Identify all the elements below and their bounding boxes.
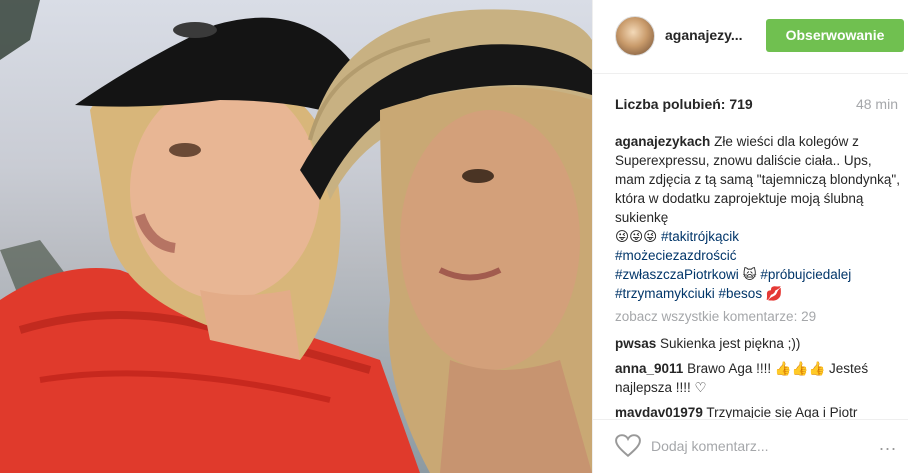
follow-button[interactable]: Obserwowanie	[766, 19, 904, 52]
side-panel: aganajezy... Obserwowanie Liczba polubie…	[592, 0, 908, 473]
post-photo[interactable]	[0, 0, 592, 473]
comment-user[interactable]: pwsas	[615, 336, 656, 351]
emoji-laugh: 😜😜😜	[615, 229, 658, 244]
comments-list: aganajezykach Złe wieści dla kolegów z S…	[615, 132, 905, 418]
emoji-kiss: 💋	[765, 286, 783, 301]
post-time[interactable]: 48 min	[856, 96, 898, 112]
comment-item: anna_9011 Brawo Aga !!!! 👍👍👍 Jesteś najl…	[615, 359, 905, 397]
hashtag-link[interactable]: #trzymamykciuki	[615, 286, 715, 301]
comment-item: pwsas Sukienka jest piękna ;))	[615, 334, 905, 353]
hashtag-link[interactable]: #próbujciedalej	[760, 267, 851, 282]
post-footer: Dodaj komentarz... ...	[593, 419, 908, 473]
post-header: aganajezy... Obserwowanie	[593, 0, 908, 74]
comment-text: Sukienka jest piękna ;))	[660, 336, 801, 351]
caption: aganajezykach Złe wieści dla kolegów z S…	[615, 132, 905, 303]
likes-count[interactable]: Liczba polubień: 719	[615, 96, 753, 112]
heart-icon[interactable]	[615, 434, 641, 458]
more-options-icon[interactable]: ...	[879, 434, 897, 455]
hashtag-link[interactable]: #zwłaszczaPiotrkowi	[615, 267, 739, 282]
hashtag-link[interactable]: #takitrójkącik	[661, 229, 739, 244]
caption-user[interactable]: aganajezykach	[615, 134, 710, 149]
username-link[interactable]: aganajezy...	[665, 27, 743, 43]
view-all-comments-link[interactable]: zobacz wszystkie komentarze: 29	[615, 307, 905, 326]
comment-item: mavdav01979 Trzymajcie się Aga i Piotr	[615, 403, 905, 418]
comment-text: Trzymajcie się Aga i Piotr	[706, 405, 858, 418]
hashtag-link[interactable]: #możeciezazdrościć	[615, 248, 737, 263]
add-comment-input[interactable]: Dodaj komentarz...	[651, 438, 769, 454]
comment-user[interactable]: anna_9011	[615, 361, 683, 376]
hashtag-link[interactable]: #besos	[719, 286, 763, 301]
avatar[interactable]	[615, 16, 655, 56]
selfie-illustration	[0, 0, 592, 473]
instagram-post: aganajezy... Obserwowanie Liczba polubie…	[0, 0, 908, 473]
comment-user[interactable]: mavdav01979	[615, 405, 703, 418]
emoji-cat: 🙀	[742, 267, 757, 282]
